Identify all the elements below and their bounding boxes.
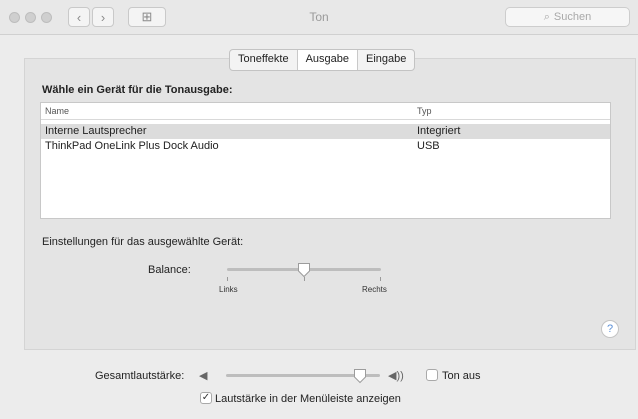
balance-right-label: Rechts bbox=[362, 285, 387, 294]
chevron-right-icon: › bbox=[100, 9, 106, 25]
window-titlebar: ‹ › ⊞ Ton ⌕ Suchen bbox=[0, 0, 638, 35]
device-name: Interne Lautsprecher bbox=[45, 125, 147, 137]
balance-label: Balance: bbox=[148, 264, 191, 276]
volume-slider-thumb[interactable] bbox=[353, 368, 367, 384]
output-volume-label: Gesamtlautstärke: bbox=[95, 370, 185, 382]
question-mark-icon: ? bbox=[606, 323, 614, 335]
table-header: Name Typ bbox=[41, 103, 610, 120]
search-placeholder: Suchen bbox=[553, 11, 592, 23]
back-button[interactable]: ‹ bbox=[68, 7, 90, 27]
column-header-name[interactable]: Name bbox=[45, 103, 69, 119]
grid-icon: ⊞ bbox=[141, 9, 153, 24]
tab-ausgabe[interactable]: Ausgabe bbox=[296, 50, 357, 70]
checkmark-icon: ✓ bbox=[201, 392, 211, 403]
mute-label[interactable]: Ton aus bbox=[442, 370, 481, 382]
show-in-menubar-label[interactable]: Lautstärke in der Menüleiste anzeigen bbox=[215, 393, 401, 405]
device-table[interactable]: Name Typ Interne Lautsprecher Integriert… bbox=[40, 102, 611, 219]
table-row[interactable]: ThinkPad OneLink Plus Dock Audio USB bbox=[41, 139, 610, 154]
close-window-button[interactable] bbox=[9, 12, 20, 23]
balance-tick-left bbox=[227, 277, 228, 281]
device-settings-heading: Einstellungen für das ausgewählte Gerät: bbox=[42, 236, 244, 248]
column-header-type[interactable]: Typ bbox=[417, 103, 432, 119]
search-field[interactable]: ⌕ Suchen bbox=[505, 7, 630, 27]
forward-button[interactable]: › bbox=[92, 7, 114, 27]
tab-toneffekte[interactable]: Toneffekte bbox=[230, 50, 297, 70]
table-row[interactable]: Interne Lautsprecher Integriert bbox=[41, 124, 610, 139]
speaker-low-icon: ◀ bbox=[199, 370, 208, 382]
output-device-heading: Wähle ein Gerät für die Tonausgabe: bbox=[42, 84, 233, 96]
balance-left-label: Links bbox=[219, 285, 238, 294]
chevron-left-icon: ‹ bbox=[76, 9, 82, 25]
balance-tick-right bbox=[380, 277, 381, 281]
device-name: ThinkPad OneLink Plus Dock Audio bbox=[45, 140, 219, 152]
show-in-menubar-checkbox[interactable]: ✓ bbox=[200, 392, 212, 404]
device-type: Integriert bbox=[417, 125, 461, 137]
tab-eingabe[interactable]: Eingabe bbox=[357, 50, 414, 70]
tab-bar: Toneffekte Ausgabe Eingabe bbox=[229, 49, 416, 71]
speaker-high-icon: ◀)) bbox=[388, 370, 404, 382]
show-all-button[interactable]: ⊞ bbox=[128, 7, 166, 27]
device-type: USB bbox=[417, 140, 440, 152]
minimize-window-button[interactable] bbox=[25, 12, 36, 23]
mute-checkbox[interactable] bbox=[426, 369, 438, 381]
zoom-window-button[interactable] bbox=[41, 12, 52, 23]
balance-slider-thumb[interactable] bbox=[297, 262, 311, 278]
help-button[interactable]: ? bbox=[601, 320, 619, 338]
search-icon: ⌕ bbox=[543, 10, 550, 23]
